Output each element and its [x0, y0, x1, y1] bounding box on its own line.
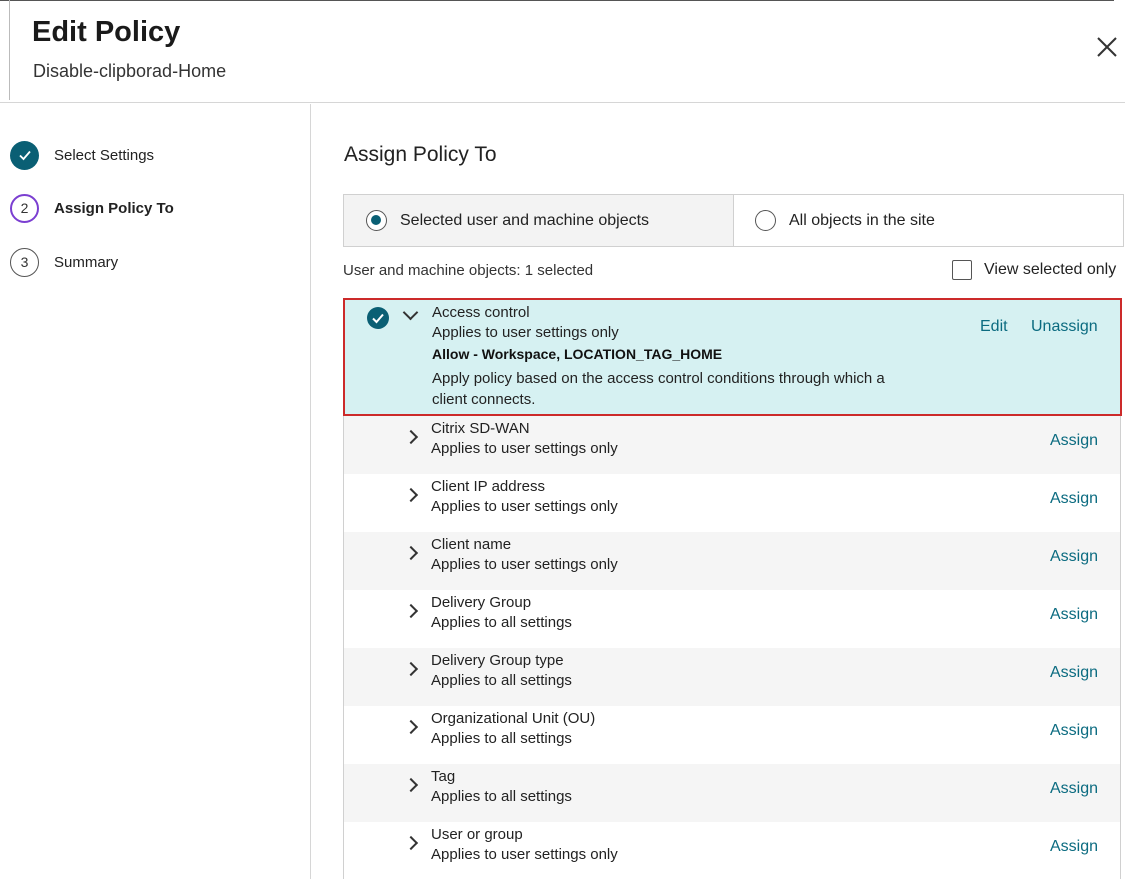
object-name: Client name	[431, 536, 512, 553]
list-item-delivery-group-type[interactable]: Delivery Group type Applies to all setti…	[344, 648, 1120, 706]
object-list: Access control Applies to user settings …	[343, 298, 1122, 879]
view-selected-checkbox[interactable]	[952, 260, 972, 280]
object-description: Applies to user settings only	[432, 324, 619, 341]
step-label: Summary	[54, 253, 119, 271]
object-description: Applies to user settings only	[431, 498, 618, 515]
radio-label: Selected user and machine objects	[400, 211, 650, 229]
step-assign-policy-to[interactable]: 2 Assign Policy To	[10, 193, 174, 223]
edit-link[interactable]: Edit	[980, 318, 1008, 336]
step-label: Assign Policy To	[54, 199, 174, 217]
view-selected-label: View selected only	[984, 261, 1117, 278]
chevron-right-icon[interactable]	[403, 661, 419, 677]
unassign-link[interactable]: Unassign	[1031, 318, 1098, 336]
step-label: Select Settings	[54, 146, 155, 164]
object-description: Applies to all settings	[431, 730, 572, 747]
radio-button-checked[interactable]	[366, 210, 387, 231]
close-icon	[1097, 37, 1117, 57]
step-summary[interactable]: 3 Summary	[10, 247, 118, 277]
assigned-badge	[367, 307, 389, 329]
list-item-user-or-group[interactable]: User or group Applies to user settings o…	[344, 822, 1120, 879]
chevron-right-icon[interactable]	[403, 603, 419, 619]
radio-all-objects[interactable]: All objects in the site	[734, 195, 1123, 246]
object-description: Applies to user settings only	[431, 440, 618, 457]
radio-button-unchecked[interactable]	[755, 210, 776, 231]
list-item-delivery-group[interactable]: Delivery Group Applies to all settings A…	[344, 590, 1120, 648]
wizard-steps: Select Settings 2 Assign Policy To 3 Sum…	[0, 104, 311, 879]
object-name: Access control	[432, 304, 530, 321]
close-button[interactable]	[1094, 34, 1120, 60]
chevron-right-icon[interactable]	[403, 545, 419, 561]
checkmark-icon	[372, 313, 384, 324]
object-name: Organizational Unit (OU)	[431, 710, 596, 727]
object-description: Applies to all settings	[431, 672, 572, 689]
object-condition: Allow - Workspace, LOCATION_TAG_HOME	[432, 346, 723, 362]
section-title: Assign Policy To	[344, 143, 497, 166]
object-description: Applies to all settings	[431, 614, 572, 631]
object-name: User or group	[431, 826, 523, 843]
step-number-badge: 2	[10, 193, 39, 223]
assign-link[interactable]: Assign	[1050, 664, 1098, 682]
policy-name: Disable-clipborad-Home	[33, 61, 227, 81]
assign-link[interactable]: Assign	[1050, 432, 1098, 450]
radio-label: All objects in the site	[789, 211, 935, 229]
step-number-badge: 3	[10, 247, 39, 277]
assign-link[interactable]: Assign	[1050, 722, 1098, 740]
object-description: Applies to user settings only	[431, 556, 618, 573]
assign-link[interactable]: Assign	[1050, 548, 1098, 566]
selected-count-label: User and machine objects: 1 selected	[343, 262, 594, 279]
step-complete-badge	[10, 140, 39, 170]
list-item-access-control[interactable]: Access control Applies to user settings …	[343, 298, 1122, 416]
checkmark-icon	[18, 150, 31, 161]
chevron-right-icon[interactable]	[403, 429, 419, 445]
object-name: Client IP address	[431, 478, 545, 495]
dialog-header: Edit Policy Disable-clipborad-Home	[0, 0, 1125, 103]
object-name: Delivery Group type	[431, 652, 564, 669]
list-item-citrix-sd-wan[interactable]: Citrix SD-WAN Applies to user settings o…	[344, 416, 1120, 474]
assignment-scope-radio-group: Selected user and machine objects All ob…	[343, 194, 1124, 247]
assign-link[interactable]: Assign	[1050, 838, 1098, 856]
chevron-right-icon[interactable]	[403, 719, 419, 735]
chevron-right-icon[interactable]	[403, 835, 419, 851]
chevron-down-icon[interactable]	[402, 304, 419, 321]
step-select-settings[interactable]: Select Settings	[10, 140, 154, 170]
assign-link[interactable]: Assign	[1050, 606, 1098, 624]
list-item-client-name[interactable]: Client name Applies to user settings onl…	[344, 532, 1120, 590]
chevron-right-icon[interactable]	[403, 777, 419, 793]
object-name: Delivery Group	[431, 594, 532, 611]
assign-link[interactable]: Assign	[1050, 490, 1098, 508]
view-selected-only-toggle[interactable]: View selected only	[952, 260, 1116, 280]
radio-selected-objects[interactable]: Selected user and machine objects	[344, 195, 734, 246]
assign-link[interactable]: Assign	[1050, 780, 1098, 798]
object-detail: Apply policy based on the access control…	[432, 370, 885, 408]
object-description: Applies to user settings only	[431, 846, 618, 863]
object-description: Applies to all settings	[431, 788, 572, 805]
list-item-organizational-unit[interactable]: Organizational Unit (OU) Applies to all …	[344, 706, 1120, 764]
list-item-tag[interactable]: Tag Applies to all settings Assign	[344, 764, 1120, 822]
object-name: Tag	[431, 768, 456, 785]
object-name: Citrix SD-WAN	[431, 420, 530, 437]
list-item-client-ip-address[interactable]: Client IP address Applies to user settin…	[344, 474, 1120, 532]
dialog-title: Edit Policy	[32, 16, 181, 48]
chevron-right-icon[interactable]	[403, 487, 419, 503]
